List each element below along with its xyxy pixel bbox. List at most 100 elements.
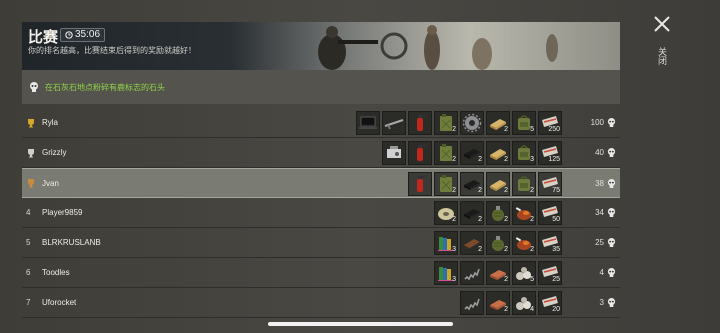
item-count: 2: [504, 246, 508, 253]
reward-item[interactable]: [382, 141, 406, 165]
player-score: 100: [591, 118, 616, 127]
item-count: 2: [478, 216, 482, 223]
score-value: 3: [599, 298, 604, 307]
leaderboard-row[interactable]: 4 Player9859 2 2 2 2 50 34: [22, 198, 620, 228]
reward-item[interactable]: 2: [434, 201, 458, 225]
item-count: 2: [478, 156, 482, 163]
item-count: 2: [504, 216, 508, 223]
reward-item[interactable]: 20: [538, 291, 562, 315]
item-count: 4: [530, 306, 534, 313]
skull-icon: [607, 148, 616, 157]
item-count: 2: [504, 187, 508, 194]
countdown-timer: 35:06: [60, 28, 106, 42]
rank: [22, 178, 40, 188]
fire-extinguisher-icon: [417, 114, 427, 131]
item-count: 2: [530, 187, 534, 194]
reward-item[interactable]: 2: [460, 172, 484, 196]
reward-item[interactable]: 2: [486, 201, 510, 225]
reward-item[interactable]: 25: [538, 261, 562, 285]
clock-icon: [65, 31, 73, 39]
reward-item[interactable]: 2: [460, 201, 484, 225]
reward-item[interactable]: 2: [486, 172, 510, 196]
reward-item[interactable]: 2: [486, 141, 510, 165]
reward-item[interactable]: 5: [512, 111, 536, 135]
reward-item[interactable]: 3: [512, 141, 536, 165]
reward-item[interactable]: 2: [512, 172, 536, 196]
item-count: 250: [548, 126, 560, 133]
silver-trophy-icon: [28, 148, 34, 157]
reward-item[interactable]: 3: [434, 261, 458, 285]
player-score: 40: [595, 148, 616, 157]
player-score: 3: [600, 298, 616, 307]
home-indicator[interactable]: [268, 322, 453, 326]
close-label: 关闭: [657, 47, 667, 65]
item-count: 2: [452, 216, 456, 223]
reward-item[interactable]: 2: [460, 141, 484, 165]
item-count: 125: [548, 156, 560, 163]
item-count: 75: [552, 187, 560, 194]
item-count: 2: [504, 276, 508, 283]
reward-item[interactable]: 2: [512, 201, 536, 225]
reward-item[interactable]: [460, 261, 484, 285]
rank: 6: [22, 268, 40, 277]
item-count: 2: [452, 126, 456, 133]
rank: 4: [22, 208, 40, 217]
item-count: 50: [552, 216, 560, 223]
reward-items: 2 2 2 2 75: [408, 172, 562, 196]
reward-item[interactable]: 35: [538, 231, 562, 255]
reward-item[interactable]: 2: [434, 111, 458, 135]
leaderboard-row[interactable]: 5 BLRKRUSLANB 3 2 2 2 35 25: [22, 228, 620, 258]
item-count: 35: [552, 246, 560, 253]
item-count: 2: [504, 306, 508, 313]
item-count: 2: [504, 126, 508, 133]
leaderboard-row[interactable]: Grizzly 2 2 2 3 125 40: [22, 138, 620, 168]
fire-extinguisher-icon: [417, 175, 427, 192]
fire-extinguisher-icon: [417, 144, 427, 161]
leaderboard-row[interactable]: Ryla 2 2 5 250 100: [22, 108, 620, 138]
reward-item[interactable]: 250: [538, 111, 562, 135]
reward-item[interactable]: 2: [460, 231, 484, 255]
close-icon[interactable]: [652, 14, 672, 34]
rank-number: 4: [26, 208, 31, 217]
reward-item[interactable]: 2: [434, 172, 458, 196]
item-count: 2: [452, 187, 456, 194]
item-count: 2: [530, 246, 534, 253]
reward-item[interactable]: [408, 141, 432, 165]
reward-item[interactable]: 2: [486, 291, 510, 315]
reward-item[interactable]: 50: [538, 201, 562, 225]
reward-item[interactable]: [356, 111, 380, 135]
item-count: 2: [530, 216, 534, 223]
reward-item[interactable]: [408, 172, 432, 196]
reward-item[interactable]: 4: [512, 291, 536, 315]
player-score: 34: [595, 208, 616, 217]
reward-item[interactable]: 2: [434, 141, 458, 165]
reward-item[interactable]: 2: [512, 231, 536, 255]
reward-item[interactable]: 2: [486, 231, 510, 255]
reward-item[interactable]: 5: [512, 261, 536, 285]
reward-items: 3 2 5 25: [434, 261, 562, 285]
tournament-title: 比赛: [28, 29, 59, 46]
leaderboard-row[interactable]: 6 Toodles 3 2 5 25 4: [22, 258, 620, 288]
reward-item[interactable]: 2: [486, 111, 510, 135]
close-button[interactable]: 关闭: [652, 14, 678, 65]
reward-item[interactable]: [382, 111, 406, 135]
player-score: 4: [600, 268, 616, 277]
item-count: 2: [478, 246, 482, 253]
reward-item[interactable]: 2: [486, 261, 510, 285]
player-score: 25: [595, 238, 616, 247]
reward-item[interactable]: 3: [434, 231, 458, 255]
reward-item[interactable]: 75: [538, 172, 562, 196]
leaderboard-row[interactable]: 7 Uforocket 2 4 20 3: [22, 288, 620, 318]
tournament-panel: 比赛 35:06 你的排名越高，比赛结束后得到的奖励就越好！ 在石灰石地点粉碎有…: [22, 22, 620, 333]
reward-item[interactable]: [460, 111, 484, 135]
bronze-trophy-icon: [28, 179, 34, 188]
tournament-subtitle: 你的排名越高，比赛结束后得到的奖励就越好！: [28, 46, 196, 55]
timer-value: 35:06: [75, 29, 101, 40]
item-count: 5: [530, 126, 534, 133]
spring-icon: [464, 298, 480, 311]
reward-item[interactable]: [460, 291, 484, 315]
spring-icon: [464, 268, 480, 281]
reward-item[interactable]: [408, 111, 432, 135]
leaderboard-row[interactable]: Jvan 2 2 2 2 75 38: [22, 168, 620, 198]
reward-item[interactable]: 125: [538, 141, 562, 165]
